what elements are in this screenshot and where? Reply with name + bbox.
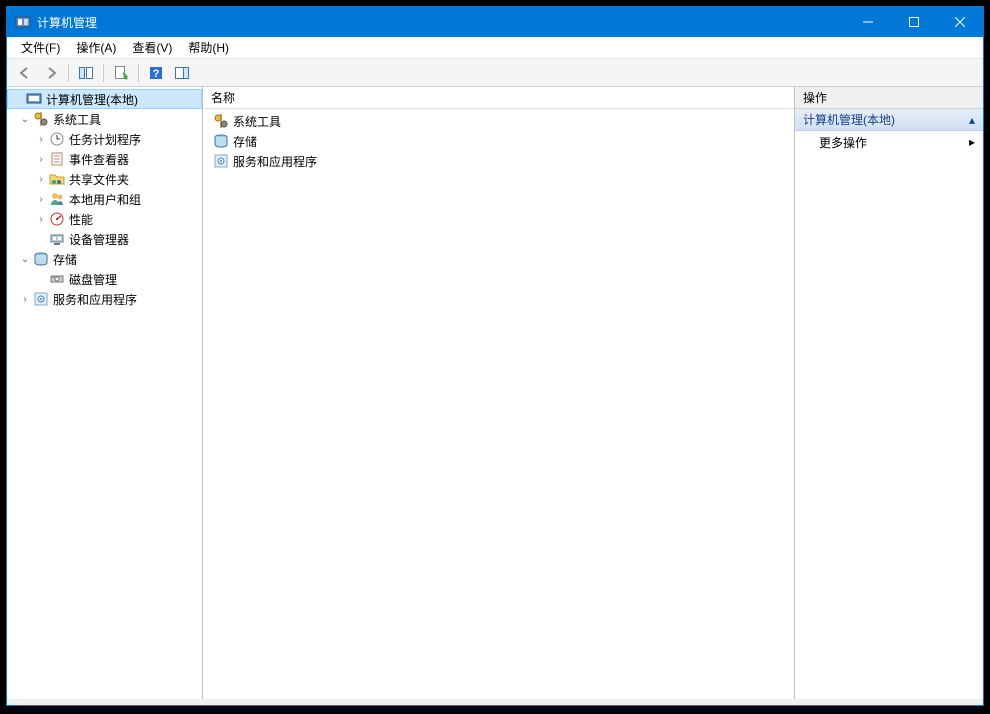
tree-node-disk-management[interactable]: 磁盘管理 [7, 269, 202, 289]
event-icon [49, 151, 65, 167]
tree-node-local-users[interactable]: › 本地用户和组 [7, 189, 202, 209]
toolbar-separator [138, 64, 139, 82]
tree-node-label: 共享文件夹 [69, 171, 129, 188]
list-column-header[interactable]: 名称 [203, 87, 794, 109]
menu-help[interactable]: 帮助(H) [180, 37, 237, 58]
shared-folder-icon [49, 171, 65, 187]
show-action-pane-button[interactable] [170, 62, 194, 84]
content-area: 计算机管理(本地) ⌄ 系统工具 › 任务计划程序 › 事件查看器 [7, 87, 983, 699]
window-title: 计算机管理 [37, 14, 845, 31]
minimize-button[interactable] [845, 7, 891, 37]
clock-icon [49, 131, 65, 147]
expand-icon[interactable]: › [35, 153, 47, 165]
tools-icon [33, 111, 49, 127]
users-icon [49, 191, 65, 207]
tree-node-root[interactable]: 计算机管理(本地) [7, 89, 202, 109]
list-pane: 名称 系统工具 存储 服务和应用程序 [203, 87, 795, 699]
action-more[interactable]: 更多操作 ▸ [795, 131, 983, 153]
expand-icon[interactable]: › [35, 173, 47, 185]
tree-node-label: 任务计划程序 [69, 131, 141, 148]
properties-icon [113, 65, 129, 81]
device-icon [49, 231, 65, 247]
list-item-label: 服务和应用程序 [233, 153, 317, 170]
tree-node-storage[interactable]: ⌄ 存储 [7, 249, 202, 269]
action-pane-icon [174, 65, 190, 81]
list-item-system-tools[interactable]: 系统工具 [207, 111, 790, 131]
list-item-storage[interactable]: 存储 [207, 131, 790, 151]
titlebar[interactable]: 计算机管理 [7, 7, 983, 37]
expand-icon[interactable]: › [35, 193, 47, 205]
list-item-services-apps[interactable]: 服务和应用程序 [207, 151, 790, 171]
action-group-header[interactable]: 计算机管理(本地) ▴ [795, 109, 983, 131]
action-pane: 操作 计算机管理(本地) ▴ 更多操作 ▸ [795, 87, 983, 699]
column-name: 名称 [211, 89, 235, 106]
tree-pane-icon [78, 65, 94, 81]
expand-icon[interactable]: › [19, 293, 31, 305]
close-icon [955, 17, 965, 27]
tree-node-shared-folders[interactable]: › 共享文件夹 [7, 169, 202, 189]
submenu-arrow-icon: ▸ [969, 135, 975, 149]
collapse-icon[interactable]: ⌄ [19, 113, 31, 125]
list-item-label: 存储 [233, 133, 257, 150]
statusbar [7, 699, 983, 705]
tree-node-task-scheduler[interactable]: › 任务计划程序 [7, 129, 202, 149]
services-icon [33, 291, 49, 307]
menubar: 文件(F) 操作(A) 查看(V) 帮助(H) [7, 37, 983, 59]
tree-pane[interactable]: 计算机管理(本地) ⌄ 系统工具 › 任务计划程序 › 事件查看器 [7, 87, 203, 699]
tree-node-label: 本地用户和组 [69, 191, 141, 208]
action-pane-title: 操作 [795, 87, 983, 109]
tree-node-label: 磁盘管理 [69, 271, 117, 288]
tree-node-label: 设备管理器 [69, 231, 129, 248]
tree-node-label: 服务和应用程序 [53, 291, 137, 308]
tree-node-device-manager[interactable]: 设备管理器 [7, 229, 202, 249]
tree-node-services-apps[interactable]: › 服务和应用程序 [7, 289, 202, 309]
storage-icon [33, 251, 49, 267]
help-icon: ? [148, 65, 164, 81]
storage-icon [213, 133, 229, 149]
app-icon [15, 14, 31, 30]
menu-view[interactable]: 查看(V) [124, 37, 180, 58]
computer-management-window: 计算机管理 文件(F) 操作(A) 查看(V) 帮助(H) [6, 6, 984, 706]
svg-text:?: ? [153, 68, 160, 80]
arrow-right-icon [43, 65, 59, 81]
tree-node-label: 存储 [53, 251, 77, 268]
back-button[interactable] [13, 62, 37, 84]
toolbar-separator [68, 64, 69, 82]
arrow-left-icon [17, 65, 33, 81]
tree-node-label: 事件查看器 [69, 151, 129, 168]
disk-icon [49, 271, 65, 287]
tree-node-event-viewer[interactable]: › 事件查看器 [7, 149, 202, 169]
computer-icon [26, 91, 42, 107]
expand-icon[interactable]: › [35, 213, 47, 225]
collapse-arrow-icon: ▴ [969, 113, 975, 127]
toolbar-separator [103, 64, 104, 82]
action-item-label: 更多操作 [819, 134, 867, 151]
tree-node-label: 计算机管理(本地) [46, 91, 138, 108]
help-button[interactable]: ? [144, 62, 168, 84]
tools-icon [213, 113, 229, 129]
maximize-icon [909, 17, 919, 27]
services-icon [213, 153, 229, 169]
tree-node-label: 性能 [69, 211, 93, 228]
forward-button[interactable] [39, 62, 63, 84]
maximize-button[interactable] [891, 7, 937, 37]
tree-node-performance[interactable]: › 性能 [7, 209, 202, 229]
tree-node-label: 系统工具 [53, 111, 101, 128]
performance-icon [49, 211, 65, 227]
toolbar: ? [7, 59, 983, 87]
menu-file[interactable]: 文件(F) [13, 37, 68, 58]
close-button[interactable] [937, 7, 983, 37]
show-hide-tree-button[interactable] [74, 62, 98, 84]
action-group-label: 计算机管理(本地) [803, 111, 895, 128]
expand-icon[interactable]: › [35, 133, 47, 145]
menu-action[interactable]: 操作(A) [68, 37, 124, 58]
collapse-icon[interactable]: ⌄ [19, 253, 31, 265]
minimize-icon [863, 17, 873, 27]
list-item-label: 系统工具 [233, 113, 281, 130]
properties-button[interactable] [109, 62, 133, 84]
list-body[interactable]: 系统工具 存储 服务和应用程序 [203, 109, 794, 699]
tree-node-system-tools[interactable]: ⌄ 系统工具 [7, 109, 202, 129]
